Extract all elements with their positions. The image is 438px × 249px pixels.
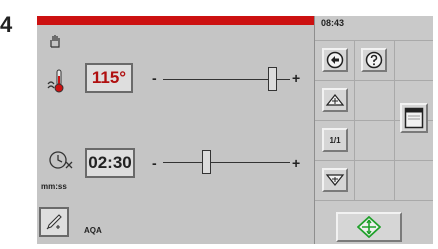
page-label: 1/1	[329, 135, 341, 145]
back-button[interactable]	[322, 48, 348, 72]
temperature-plus[interactable]: +	[292, 70, 300, 86]
status-bar	[37, 16, 314, 25]
timer-field[interactable]: 02:30	[85, 148, 135, 178]
timer-icon	[49, 151, 73, 169]
timer-minus[interactable]: -	[152, 155, 157, 171]
device-screen: 115° - + mm:ss 02:30 - + AQA 08:43 1/1	[37, 16, 433, 244]
divider	[315, 80, 433, 81]
timer-slider-track[interactable]	[163, 162, 290, 163]
start-icon	[357, 216, 381, 238]
scroll-up-button[interactable]	[322, 88, 348, 112]
pipette-icon	[46, 214, 62, 230]
timer-plus[interactable]: +	[292, 155, 300, 171]
figure-number: 4	[0, 12, 13, 37]
help-icon	[365, 51, 383, 69]
back-arrow-icon	[326, 51, 344, 69]
program-label: AQA	[84, 226, 102, 235]
divider	[315, 160, 433, 161]
start-button[interactable]	[336, 212, 402, 242]
divider	[394, 40, 395, 200]
scroll-down-button[interactable]	[322, 168, 348, 192]
thermometer-icon	[47, 69, 64, 93]
temperature-minus[interactable]: -	[152, 70, 157, 86]
hand-icon	[50, 35, 60, 48]
divider	[315, 40, 433, 41]
timer-slider-thumb[interactable]	[201, 150, 211, 174]
clock: 08:43	[321, 18, 345, 28]
help-button[interactable]	[361, 48, 387, 72]
right-panel: 08:43 1/1	[314, 16, 433, 244]
timer-unit-label: mm:ss	[41, 182, 67, 191]
page-indicator: 1/1	[322, 128, 348, 152]
divider	[315, 200, 433, 201]
window-icon	[404, 107, 424, 129]
temperature-slider-thumb[interactable]	[267, 67, 277, 91]
scroll-down-icon	[325, 174, 345, 186]
scroll-up-icon	[325, 94, 345, 106]
divider	[354, 40, 355, 200]
program-button[interactable]	[39, 207, 69, 237]
window-button[interactable]	[400, 103, 428, 133]
left-panel: 115° - + mm:ss 02:30 - + AQA	[37, 16, 314, 244]
temperature-field[interactable]: 115°	[85, 63, 133, 93]
